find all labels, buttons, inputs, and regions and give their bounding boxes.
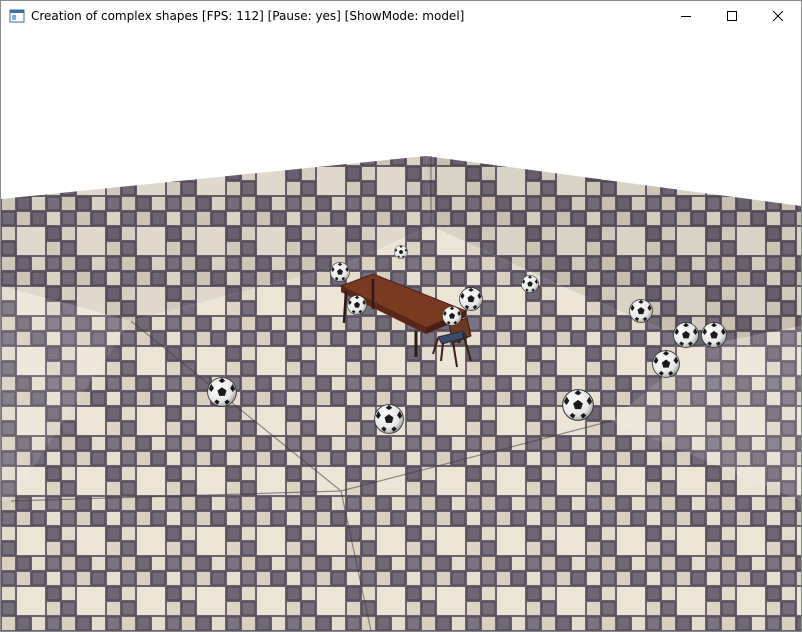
soccer-ball — [330, 262, 350, 282]
soccer-ball — [521, 275, 539, 293]
soccer-ball — [207, 377, 237, 407]
app-window: Creation of complex shapes [FPS: 112] [P… — [0, 0, 802, 632]
title-bar[interactable]: Creation of complex shapes [FPS: 112] [P… — [1, 1, 801, 31]
soccer-ball — [701, 322, 727, 348]
soccer-ball — [442, 306, 462, 326]
soccer-ball — [562, 389, 594, 421]
soccer-ball — [673, 322, 699, 348]
minimize-icon — [681, 16, 691, 17]
soccer-ball — [459, 287, 483, 311]
window-controls — [663, 1, 801, 31]
render-viewport[interactable] — [1, 31, 801, 631]
close-button[interactable] — [755, 1, 801, 31]
maximize-button[interactable] — [709, 1, 755, 31]
minimize-button[interactable] — [663, 1, 709, 31]
maximize-icon — [727, 11, 737, 21]
app-window-icon — [9, 9, 25, 23]
soccer-ball — [629, 299, 653, 323]
window-title: Creation of complex shapes [FPS: 112] [P… — [31, 9, 465, 23]
soccer-ball — [374, 404, 404, 434]
soccer-ball — [394, 245, 408, 259]
scene-canvas — [1, 156, 801, 631]
soccer-ball — [652, 350, 680, 378]
close-icon — [773, 11, 783, 21]
soccer-ball — [347, 295, 367, 315]
